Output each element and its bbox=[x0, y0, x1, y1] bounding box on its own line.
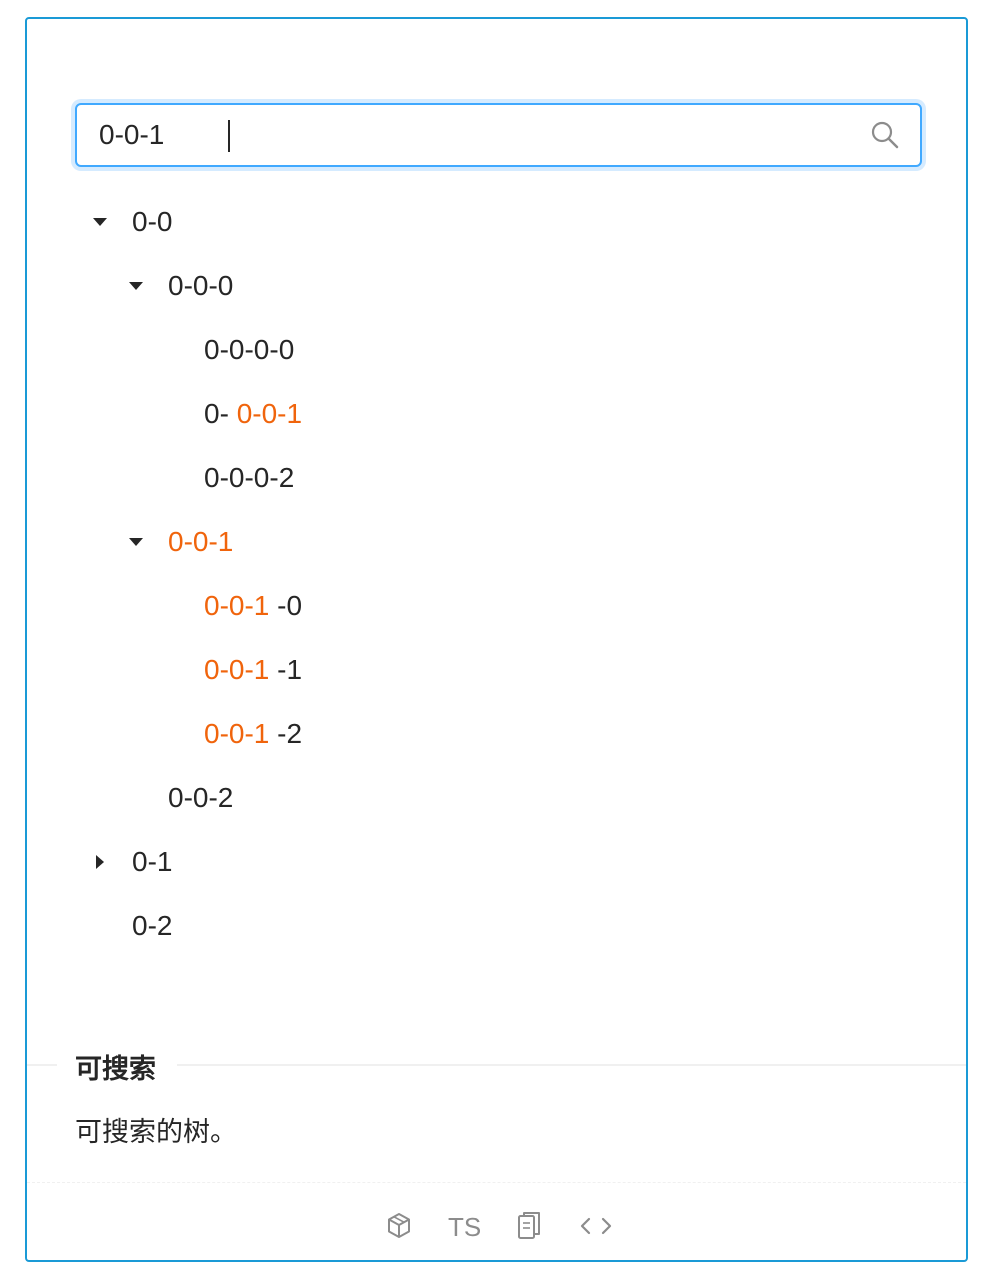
caret-down-icon[interactable] bbox=[124, 530, 148, 554]
search-highlight: 0-0-1 bbox=[236, 398, 303, 429]
tree-node-0-0-1[interactable]: 0-0-1 bbox=[168, 517, 233, 567]
search-highlight: 0-0-1 bbox=[204, 590, 270, 621]
tree-node-0-0-2[interactable]: 0-0-2 bbox=[168, 773, 233, 823]
tree-node-label: 0-0-0-0 bbox=[204, 334, 295, 365]
tree-node-label: 0-0-0-2 bbox=[204, 462, 295, 493]
tree-node-label: 0-2 bbox=[132, 910, 173, 941]
search-input[interactable] bbox=[99, 105, 839, 165]
search-box[interactable] bbox=[75, 103, 922, 167]
tree-node-label: 0-0-0 bbox=[168, 270, 234, 301]
tree-node-suffix: -2 bbox=[277, 718, 303, 749]
tree-node-label: 0-1 bbox=[132, 846, 173, 877]
search-highlight: 0-0-1 bbox=[204, 718, 270, 749]
copy-icon[interactable] bbox=[516, 1210, 542, 1242]
code-icon[interactable] bbox=[578, 1213, 614, 1239]
caret-right-icon[interactable] bbox=[88, 850, 112, 874]
codesandbox-icon[interactable] bbox=[385, 1211, 413, 1241]
demo-description: 可搜索的树。 bbox=[75, 1117, 237, 1147]
tree-node-label: 0-0 bbox=[132, 206, 173, 237]
tree-node-0-0-1-0[interactable]: 0-0-1 -0 bbox=[204, 581, 302, 631]
code-actions: TS bbox=[27, 1207, 966, 1247]
tree-node-0-2[interactable]: 0-2 bbox=[132, 901, 172, 951]
tree-node-0-1[interactable]: 0-1 bbox=[132, 837, 172, 887]
demo-title: 可搜索 bbox=[75, 1049, 156, 1089]
tree-node-0-0-1-1[interactable]: 0-0-1 -1 bbox=[204, 645, 302, 695]
search-highlight: 0-0-1 bbox=[204, 654, 270, 685]
section-divider-right bbox=[177, 1064, 966, 1066]
tree-node-label: 0-0-2 bbox=[168, 782, 234, 813]
tree-node-0-0-0-1[interactable]: 0- 0-0-1 bbox=[204, 389, 302, 439]
actions-divider bbox=[27, 1182, 966, 1183]
section-divider-left bbox=[27, 1064, 57, 1066]
tree-node-0-0-0-0[interactable]: 0-0-0-0 bbox=[204, 325, 294, 375]
caret-down-icon[interactable] bbox=[124, 274, 148, 298]
tree-node-suffix: -0 bbox=[277, 590, 303, 621]
demo-card: 0-0 0-0-0 0-0-0-0 0- 0-0-1 0-0-0-2 0-0-1… bbox=[25, 17, 968, 1262]
text-caret bbox=[228, 120, 230, 152]
tree-node-0-0[interactable]: 0-0 bbox=[132, 197, 172, 247]
tree-node-suffix: -1 bbox=[277, 654, 303, 685]
tree-node-0-0-0-2[interactable]: 0-0-0-2 bbox=[204, 453, 294, 503]
caret-down-icon[interactable] bbox=[88, 210, 112, 234]
search-highlight: 0-0-1 bbox=[168, 526, 234, 557]
typescript-toggle[interactable]: TS bbox=[448, 1207, 481, 1247]
tree-node-0-0-0[interactable]: 0-0-0 bbox=[168, 261, 233, 311]
search-icon[interactable] bbox=[870, 120, 900, 150]
tree-node-0-0-1-2[interactable]: 0-0-1 -2 bbox=[204, 709, 302, 759]
tree-node-prefix: 0- bbox=[204, 398, 229, 429]
